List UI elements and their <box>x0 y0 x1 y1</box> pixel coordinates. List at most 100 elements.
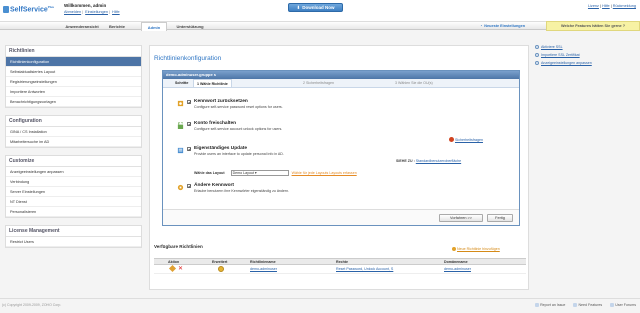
option-title: Eigenständiges Update <box>194 146 248 151</box>
sidebar-item-restrict-users[interactable]: Restrict Users <box>6 237 141 247</box>
logo[interactable]: SelfServicePlus <box>3 4 59 16</box>
policy-name-link[interactable]: demo-adminuser <box>250 265 277 274</box>
need-features-link[interactable]: Need Features <box>573 303 602 307</box>
ssl-icon <box>535 45 539 49</box>
quick-link-enable-ssl[interactable]: Aktiviere SSL <box>535 45 635 49</box>
sidebar-section-title: Configuration <box>6 116 141 127</box>
logo-icon <box>3 6 9 13</box>
delete-icon[interactable]: ✕ <box>178 265 183 273</box>
main-panel: Richtlinienkonfiguration demo-adminuser.… <box>149 45 529 290</box>
table-header: Aktion Erweitert Richtliniename Rechte D… <box>154 258 526 265</box>
clock-icon: ◔ <box>480 24 483 28</box>
user-forums-link[interactable]: User Forums <box>610 303 636 307</box>
steps-label: Schritte <box>175 81 189 85</box>
sidebar-item-personalize[interactable]: Personalisieren <box>6 207 141 217</box>
reset-password-checkbox[interactable]: ✔ <box>187 100 191 105</box>
update-icon <box>177 147 184 154</box>
security-questions-link[interactable]: Sicherheitsfragen <box>449 137 483 142</box>
layout-label: Wähle das Layout <box>194 171 225 175</box>
finish-button[interactable]: Fertig <box>487 214 513 222</box>
top-bar: SelfServicePlus Willkommen, admin Abmeld… <box>0 0 640 21</box>
header-right-links: Lizenz | Hilfe | Rückmeldung <box>587 4 636 8</box>
display-icon <box>535 61 539 65</box>
password-icon <box>177 184 184 191</box>
add-policy-link[interactable]: Neue Richtlinie hinzufügen <box>452 247 500 251</box>
sidebar-item-registration[interactable]: Registrierungseinstellungen <box>6 77 141 87</box>
option-description: Configure self-service account unlock op… <box>194 127 283 131</box>
step-choose-ou[interactable]: 3 Wählen Sie die OU(s) <box>395 79 433 88</box>
self-update-checkbox[interactable]: ✔ <box>187 147 191 152</box>
policies-table: Aktion Erweitert Richtliniename Rechte D… <box>154 258 526 274</box>
help-top-link[interactable]: Hilfe <box>602 4 610 8</box>
sidebar-section-policies: Richtlinien Richtlinienkonfiguration Sel… <box>5 45 142 108</box>
settings-gear-icon <box>449 137 454 142</box>
sidebar-item-server[interactable]: Server Einstellungen <box>6 187 141 197</box>
quick-link-display-settings[interactable]: Anzeigeeinstellungen anpassen <box>535 61 635 65</box>
next-button[interactable]: Vorfahren >> <box>439 214 483 222</box>
edit-icon[interactable] <box>168 264 177 273</box>
quick-link-import-cert[interactable]: Importiere SSL Zertifikat <box>535 53 635 57</box>
tab-admin[interactable]: Admin <box>141 22 167 31</box>
policy-rights-link[interactable]: Reset Password, Unlock Account, S <box>336 265 393 274</box>
unlock-icon <box>177 122 184 129</box>
option-description: Provide users an interface to update per… <box>194 152 284 156</box>
download-icon: ⬇ <box>296 4 301 10</box>
step-security-questions[interactable]: 2 Sicherheitsfragen <box>303 79 334 88</box>
features-icon <box>573 303 578 307</box>
feedback-link[interactable]: Rückmeldung <box>613 4 636 8</box>
help-link[interactable]: Hilfe <box>112 10 120 14</box>
option-description: Erlaube benutzern ihre Kennwörter eigens… <box>194 189 290 193</box>
key-icon <box>177 100 184 107</box>
sidebar-item-layout[interactable]: Selbstaktualisiertes Layout <box>6 67 141 77</box>
sidebar-item-nt-service[interactable]: NT Dienst <box>6 197 141 207</box>
sidebar-item-gina[interactable]: GINA / CS Installation <box>6 127 141 137</box>
tab-unterstuetzung[interactable]: Unterstützung <box>168 22 212 30</box>
option-title: Konto freischalten <box>194 121 237 126</box>
sidebar-item-notifications[interactable]: Benachrichtigungsvorlagen <box>6 97 141 107</box>
layout-choose-link[interactable]: Wähle für jede Layouts Layouts erfassen <box>292 171 357 175</box>
report-issue-link[interactable]: Report an Issue <box>535 303 565 307</box>
policy-wizard: demo-adminuser.gruppe s Schritte 1 Wähle… <box>162 70 520 226</box>
add-icon <box>452 247 456 251</box>
sidebar-item-connection[interactable]: Verbindung <box>6 177 141 187</box>
footer-links: Report an Issue Need Features User Forum… <box>535 303 636 307</box>
recent-settings-link[interactable]: ◔ Neueste Einstellungen <box>480 22 544 30</box>
sidebar-item-ad-search[interactable]: Mitarbeitersuche im AD <box>6 137 141 147</box>
logout-link[interactable]: Abmelden <box>64 10 81 14</box>
sidebar-section-configuration: Configuration GINA / CS Installation Mit… <box>5 115 142 148</box>
step-choose-policy[interactable]: 1 Wähle Richtlinie <box>193 79 232 88</box>
sidebar-item-policy-config[interactable]: Richtlinienkonfiguration <box>6 57 141 67</box>
settings-link[interactable]: Einstellungen <box>85 10 108 14</box>
sidebar-section-title: Richtlinien <box>6 46 141 57</box>
page-title: Richtlinienkonfiguration <box>154 55 222 62</box>
layout-row: Wähle das Layout Demo Layout ▾ Wähle für… <box>194 170 357 176</box>
wizard-footer: Vorfahren >> Fertig <box>163 209 519 225</box>
sidebar: Richtlinien Richtlinienkonfiguration Sel… <box>5 45 142 255</box>
wizard-steps: Schritte 1 Wähle Richtlinie 2 Sicherheit… <box>163 79 519 88</box>
forum-icon <box>610 303 615 307</box>
user-links: Abmelden| Einstellungen| Hilfe <box>64 10 120 14</box>
policy-domain-link[interactable]: demo-adminuser <box>444 265 471 274</box>
layout-select[interactable]: Demo Layout ▾ <box>230 170 289 176</box>
unlock-account-checkbox[interactable]: ✔ <box>187 122 191 127</box>
change-password-checkbox[interactable]: ✔ <box>187 184 191 189</box>
copyright-text: (c) Copyright 2009-2009, ZOHO Corp. <box>2 303 62 307</box>
certificate-icon <box>535 53 539 57</box>
sidebar-item-import[interactable]: Importiere Antworten <box>6 87 141 97</box>
main-nav: Anwenderansicht Berichte Admin Unterstüt… <box>0 21 640 31</box>
feature-request-banner[interactable]: Welche Features hätten Sie gerne ? <box>546 21 640 31</box>
sidebar-section-title: License Management <box>6 226 141 237</box>
sidebar-item-display[interactable]: Anzeigeeinstellungen anpassen <box>6 167 141 177</box>
download-now-button[interactable]: ⬇ Download Now <box>288 3 343 12</box>
tab-berichte[interactable]: Berichte <box>104 22 130 30</box>
table-row: ✕ demo-adminuser Reset Password, Unlock … <box>154 264 526 274</box>
sidebar-section-license: License Management Restrict Users <box>5 225 142 248</box>
license-link[interactable]: Lizenz <box>588 4 599 8</box>
tab-anwenderansicht[interactable]: Anwenderansicht <box>60 22 104 30</box>
available-policies-title: Verfügbare Richtlinien <box>154 244 203 249</box>
advanced-settings-icon[interactable] <box>218 266 224 272</box>
option-description: Configure self-service password reset op… <box>194 105 283 109</box>
standard-ui-link[interactable]: Standardbenutzeroberfläche <box>416 159 461 163</box>
footer: (c) Copyright 2009-2009, ZOHO Corp. Repo… <box>0 298 640 313</box>
sidebar-section-title: Customize <box>6 156 141 167</box>
